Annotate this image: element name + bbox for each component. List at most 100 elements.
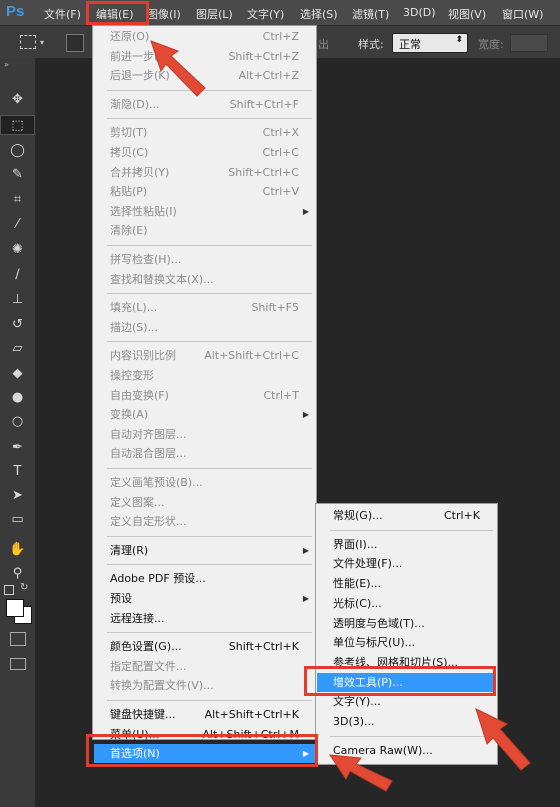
menu-item-label: 定义图案... <box>110 495 165 509</box>
menu-item[interactable]: 清除(E) <box>94 221 315 240</box>
edit-menu: 还原(O) Ctrl+Z 前进一步(W) Shift+Ctrl+Z 后退一步(K) Alt… <box>92 25 317 764</box>
menu-item[interactable]: 转换为配置文件(V)... <box>94 676 315 695</box>
menu-item[interactable]: Camera Raw(W)... <box>317 741 496 760</box>
menu-item[interactable]: 变换(A) ▶ <box>94 405 315 424</box>
menu-item[interactable]: 定义图案... <box>94 493 315 512</box>
menu-3d[interactable]: 3D(D) <box>403 6 436 19</box>
preferences-highlight-box <box>86 734 318 767</box>
menu-item-label: 键盘快捷键... <box>110 708 176 721</box>
menu-item[interactable]: Adobe PDF 预设... <box>94 569 315 588</box>
menu-item[interactable]: 剪切(T) Ctrl+X <box>94 123 315 142</box>
menu-item-label: 单位与标尺(U)... <box>333 636 416 650</box>
style-select[interactable]: 正常 ⬍ <box>392 33 468 53</box>
menu-item[interactable]: 常规(G)... Ctrl+K <box>317 506 496 525</box>
menu-item[interactable]: 光标(C)... <box>317 594 496 613</box>
menu-item-label: 选择性粘贴(I) <box>110 204 177 218</box>
shape-tool-icon[interactable]: ▭ <box>0 510 35 530</box>
menu-file[interactable]: 文件(F) <box>44 6 81 22</box>
menu-item[interactable]: 选择性粘贴(I) ▶ <box>94 202 315 221</box>
pen-tool-icon[interactable]: ✒ <box>0 438 35 458</box>
menu-view[interactable]: 视图(V) <box>448 6 486 22</box>
menu-item-label: 描边(S)... <box>110 320 159 334</box>
menu-item[interactable]: 指定配置文件... <box>94 657 315 676</box>
menu-item[interactable]: 性能(E)... <box>317 574 496 593</box>
collapse-icon[interactable]: » <box>4 60 9 69</box>
menu-item[interactable]: 定义自定形状... <box>94 512 315 531</box>
menu-item[interactable]: 键盘快捷键... Alt+Shift+Ctrl+K <box>94 705 315 724</box>
menu-item[interactable]: 拼写检查(H)... <box>94 250 315 269</box>
menu-item[interactable]: 文件处理(F)... <box>317 554 496 573</box>
healing-tool-icon[interactable]: ✺ <box>0 240 35 260</box>
menu-separator <box>107 341 312 343</box>
menu-item[interactable]: 单位与标尺(U)... <box>317 633 496 652</box>
menu-item[interactable]: 粘贴(P) Ctrl+V <box>94 182 315 201</box>
menu-item[interactable]: 还原(O) Ctrl+Z <box>94 27 315 46</box>
menu-item-shortcut: Alt+Shift+Ctrl+C <box>204 349 299 363</box>
move-tool-icon[interactable]: ✥ <box>0 90 35 110</box>
default-colors-icon[interactable] <box>4 585 14 595</box>
menu-select[interactable]: 选择(S) <box>300 6 338 22</box>
menu-item[interactable]: 查找和替换文本(X)... <box>94 270 315 289</box>
menu-filter[interactable]: 滤镜(T) <box>352 6 389 22</box>
menu-item[interactable]: 拷贝(C) Ctrl+C <box>94 143 315 162</box>
new-selection-button[interactable] <box>66 34 84 52</box>
menu-item[interactable]: 前进一步(W) Shift+Ctrl+Z <box>94 47 315 66</box>
marquee-preset-icon[interactable] <box>20 35 36 49</box>
menu-item[interactable]: 内容识别比例 Alt+Shift+Ctrl+C <box>94 346 315 365</box>
menu-layer[interactable]: 图层(L) <box>196 6 233 22</box>
blur-tool-icon[interactable]: ● <box>0 388 35 408</box>
zoom-tool-icon[interactable]: ⚲ <box>0 564 35 584</box>
foreground-color-swatch[interactable] <box>6 599 24 617</box>
menu-item[interactable]: 合并拷贝(Y) Shift+Ctrl+C <box>94 163 315 182</box>
swap-colors-icon[interactable]: ↻ <box>20 582 28 593</box>
brush-tool-icon[interactable]: ∕ <box>0 265 35 285</box>
type-tool-icon[interactable]: T <box>0 462 35 482</box>
paint-bucket-tool-icon[interactable]: ◆ <box>0 364 35 384</box>
menu-image[interactable]: 图像(I) <box>147 6 181 22</box>
menu-item[interactable]: 预设 ▶ <box>94 589 315 608</box>
menu-item-label: 还原(O) <box>110 30 150 43</box>
menu-item[interactable]: 后退一步(K) Alt+Ctrl+Z <box>94 66 315 85</box>
menu-item[interactable]: 自动对齐图层... <box>94 425 315 444</box>
menu-window[interactable]: 窗口(W) <box>502 6 543 22</box>
menu-item[interactable]: 描边(S)... <box>94 318 315 337</box>
submenu-arrow-icon: ▶ <box>302 410 309 420</box>
menu-item[interactable]: 自动混合图层... <box>94 444 315 463</box>
menu-item[interactable]: 颜色设置(G)... Shift+Ctrl+K <box>94 637 315 656</box>
quick-select-tool-icon[interactable]: ✎ <box>0 165 35 185</box>
clone-stamp-tool-icon[interactable]: ⊥ <box>0 290 35 310</box>
menu-item[interactable]: 3D(3)... <box>317 712 496 731</box>
crop-tool-icon[interactable]: ⌗ <box>0 190 35 210</box>
menu-item-label: 剪切(T) <box>110 126 148 140</box>
eraser-tool-icon[interactable]: ▱ <box>0 339 35 359</box>
menu-item-label: 自动混合图层... <box>110 447 187 461</box>
marquee-tool-icon[interactable]: ⬚ <box>0 115 35 135</box>
menu-item[interactable]: 定义画笔预设(B)... <box>94 473 315 492</box>
screen-mode-icon[interactable] <box>10 658 26 670</box>
width-input[interactable] <box>510 34 548 52</box>
menu-item-label: 操控变形 <box>110 369 154 382</box>
menu-item[interactable]: 渐隐(D)... Shift+Ctrl+F <box>94 95 315 114</box>
menu-item[interactable]: 透明度与色域(T)... <box>317 614 496 633</box>
menu-item-label: 光标(C)... <box>333 596 382 610</box>
menu-item-shortcut: Ctrl+Z <box>262 30 299 43</box>
menu-item-shortcut: Ctrl+C <box>262 146 299 159</box>
menu-item[interactable]: 远程连接... <box>94 609 315 628</box>
menu-item[interactable]: 自由变换(F) Ctrl+T <box>94 386 315 405</box>
lasso-tool-icon[interactable]: ◯ <box>0 141 35 161</box>
menu-item-label: 合并拷贝(Y) <box>110 165 170 179</box>
menu-type[interactable]: 文字(Y) <box>247 6 284 22</box>
eyedropper-tool-icon[interactable]: ⁄ <box>0 215 35 235</box>
dropdown-caret-icon[interactable]: ▾ <box>40 38 44 47</box>
menu-item[interactable]: 界面(I)... <box>317 535 496 554</box>
history-brush-tool-icon[interactable]: ↺ <box>0 315 35 335</box>
quick-mask-icon[interactable] <box>10 632 26 646</box>
path-select-tool-icon[interactable]: ➤ <box>0 486 35 506</box>
menu-item-label: 变换(A) <box>110 408 149 422</box>
menu-item[interactable]: 填充(L)... Shift+F5 <box>94 298 315 317</box>
dodge-tool-icon[interactable]: ○ <box>0 412 35 432</box>
menu-item[interactable]: 操控变形 <box>94 366 315 385</box>
hand-tool-icon[interactable]: ✋ <box>0 540 35 560</box>
menu-separator <box>107 564 312 566</box>
menu-item[interactable]: 清理(R) ▶ <box>94 541 315 560</box>
